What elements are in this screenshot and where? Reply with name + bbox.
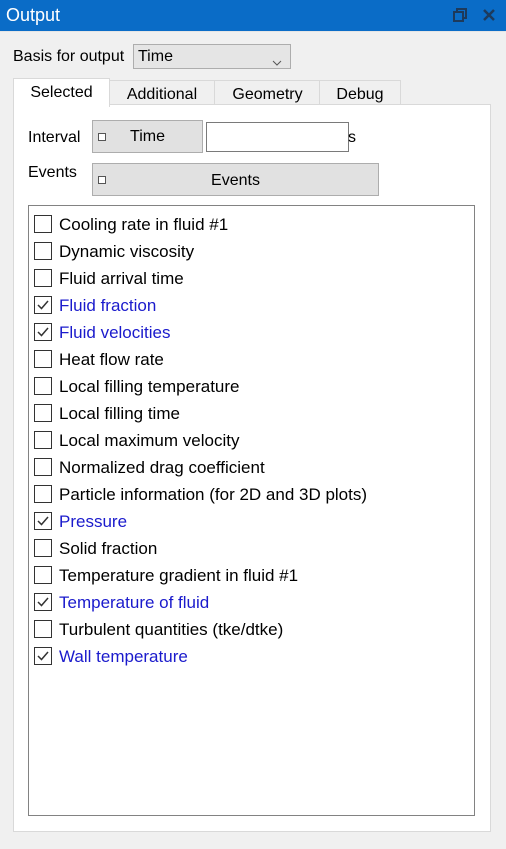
chevron-down-icon (272, 53, 282, 71)
events-label: Events (28, 164, 77, 181)
basis-for-output-label: Basis for output (13, 48, 125, 65)
checkbox[interactable] (34, 458, 52, 476)
list-item-label: Normalized drag coefficient (59, 458, 265, 477)
checkbox[interactable] (34, 512, 52, 530)
interval-value-input[interactable] (206, 122, 349, 152)
interval-time-button-label: Time (130, 128, 165, 145)
checkbox[interactable] (34, 404, 52, 422)
checkbox[interactable] (34, 593, 52, 611)
events-button[interactable]: Events (92, 163, 379, 196)
checkmark-icon (37, 327, 49, 337)
checkbox[interactable] (34, 323, 52, 341)
checkbox-indicator-icon (98, 133, 106, 141)
checkmark-icon (37, 651, 49, 661)
restore-icon[interactable] (452, 7, 468, 23)
list-item-label: Heat flow rate (59, 350, 164, 369)
list-item-label: Particle information (for 2D and 3D plot… (59, 485, 368, 504)
basis-selected-value: Time (138, 48, 173, 65)
checkbox[interactable] (34, 485, 52, 503)
tab-debug[interactable]: Debug (319, 80, 401, 105)
list-item-label: Local filling temperature (59, 377, 240, 396)
interval-label: Interval (28, 129, 81, 146)
checkbox[interactable] (34, 566, 52, 584)
checkbox[interactable] (34, 620, 52, 638)
list-item-label: Temperature gradient in fluid #1 (59, 566, 299, 585)
checkbox[interactable] (34, 350, 52, 368)
tab-additional[interactable]: Additional (108, 80, 216, 105)
checkbox[interactable] (34, 269, 52, 287)
checkbox[interactable] (34, 242, 52, 260)
output-variables-list[interactable]: Cooling rate in fluid #1 Dynamic viscosit… (28, 205, 475, 816)
list-item-label: Wall temperature (59, 647, 188, 666)
window-title: Output (6, 5, 61, 25)
checkbox[interactable] (34, 215, 52, 233)
checkbox[interactable] (34, 296, 52, 314)
checkmark-icon (37, 516, 49, 526)
list-item-label: Solid fraction (59, 539, 158, 558)
checkmark-icon (37, 597, 49, 607)
events-button-label: Events (211, 172, 260, 189)
title-bar: Output (0, 0, 506, 32)
checkbox-indicator-icon (98, 176, 106, 184)
tab-geometry[interactable]: Geometry (214, 80, 321, 105)
checkbox[interactable] (34, 539, 52, 557)
close-icon[interactable] (481, 7, 497, 23)
list-item-label: Cooling rate in fluid #1 (59, 215, 229, 234)
list-item-label: Fluid fraction (59, 296, 157, 315)
interval-unit-label: s (348, 129, 356, 146)
list-item-label: Pressure (59, 512, 128, 531)
list-item-label: Local maximum velocity (59, 431, 240, 450)
list-item-label: Fluid arrival time (59, 269, 184, 288)
checkbox[interactable] (34, 431, 52, 449)
basis-for-output-select[interactable]: Time (133, 44, 291, 69)
list-item-label: Turbulent quantities (tke/dtke) (59, 620, 284, 639)
list-item-label: Temperature of fluid (59, 593, 210, 612)
list-item-label: Dynamic viscosity (59, 242, 195, 261)
tab-selected[interactable]: Selected (13, 78, 110, 107)
interval-time-button[interactable]: Time (92, 120, 203, 153)
list-item-label: Local filling time (59, 404, 180, 423)
checkmark-icon (37, 300, 49, 310)
checkbox[interactable] (34, 377, 52, 395)
list-item-label: Fluid velocities (59, 323, 171, 342)
checkbox[interactable] (34, 647, 52, 665)
